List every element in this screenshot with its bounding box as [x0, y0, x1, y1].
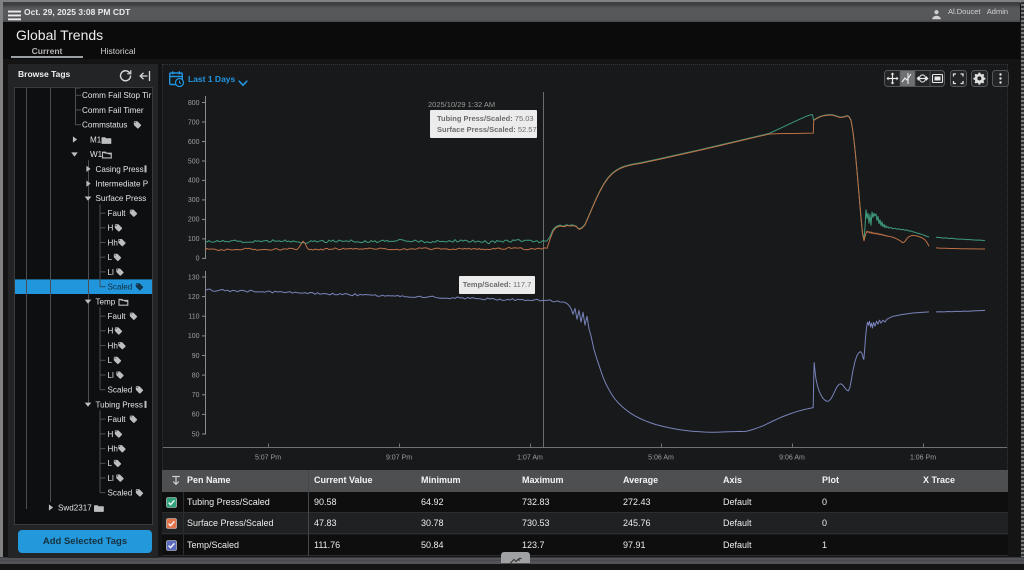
svg-text:Ll: Ll	[108, 371, 115, 380]
svg-text:Scaled: Scaled	[108, 283, 133, 292]
svg-text:600: 600	[188, 139, 200, 146]
svg-text:W1: W1	[90, 150, 103, 159]
svg-text:Hh: Hh	[108, 238, 118, 247]
svg-text:Scaled: Scaled	[108, 386, 133, 395]
svg-text:1:07 Am: 1:07 Am	[517, 455, 543, 462]
svg-text:Surface Press: Surface Press	[96, 194, 147, 203]
svg-text:110: 110	[188, 314, 199, 321]
svg-text:120: 120	[188, 294, 200, 301]
svg-text:130: 130	[188, 274, 200, 281]
svg-text:80: 80	[192, 372, 200, 379]
svg-text:L: L	[108, 356, 113, 365]
svg-text:Ll: Ll	[108, 268, 115, 277]
svg-text:700: 700	[188, 119, 200, 126]
svg-text:1:06 Pm: 1:06 Pm	[910, 455, 936, 462]
svg-text:Hh: Hh	[108, 341, 118, 350]
svg-text:Swd2317: Swd2317	[58, 503, 92, 512]
svg-text:Fault: Fault	[108, 415, 127, 424]
svg-text:Casing Press: Casing Press	[96, 165, 144, 174]
svg-text:0: 0	[196, 256, 200, 263]
svg-text:L: L	[108, 253, 113, 262]
svg-text:Fault: Fault	[108, 312, 127, 321]
svg-text:L: L	[108, 459, 113, 468]
svg-text:H: H	[108, 327, 114, 336]
svg-text:Scaled: Scaled	[108, 489, 133, 498]
svg-text:H: H	[108, 430, 114, 439]
svg-text:5:07 Pm: 5:07 Pm	[255, 455, 281, 462]
svg-text:Comm Fail Timer: Comm Fail Timer	[82, 106, 144, 115]
svg-text:H: H	[108, 224, 114, 233]
svg-text:800: 800	[188, 100, 200, 107]
svg-text:M1: M1	[90, 135, 102, 144]
svg-text:Intermediate P: Intermediate P	[96, 180, 149, 189]
svg-text:Hh: Hh	[108, 445, 118, 454]
svg-text:70: 70	[192, 392, 200, 399]
svg-text:5:06 Am: 5:06 Am	[648, 455, 674, 462]
svg-text:Tubing Press: Tubing Press	[96, 400, 143, 409]
svg-text:400: 400	[188, 178, 200, 185]
svg-text:Comm Fail Stop Tir: Comm Fail Stop Tir	[82, 91, 152, 100]
svg-text:90: 90	[192, 353, 200, 360]
svg-text:500: 500	[188, 158, 200, 165]
svg-text:Commstatus: Commstatus	[82, 121, 127, 130]
svg-text:60: 60	[192, 412, 200, 419]
svg-text:Fault: Fault	[108, 209, 127, 218]
svg-text:Temp: Temp	[96, 297, 116, 306]
svg-text:Ll: Ll	[108, 474, 115, 483]
svg-text:100: 100	[188, 236, 200, 243]
svg-text:200: 200	[188, 217, 200, 224]
svg-text:50: 50	[192, 431, 200, 438]
svg-text:9:06 Am: 9:06 Am	[779, 455, 805, 462]
svg-text:300: 300	[188, 197, 200, 204]
svg-text:9:07 Pm: 9:07 Pm	[386, 455, 412, 462]
svg-text:100: 100	[188, 333, 200, 340]
